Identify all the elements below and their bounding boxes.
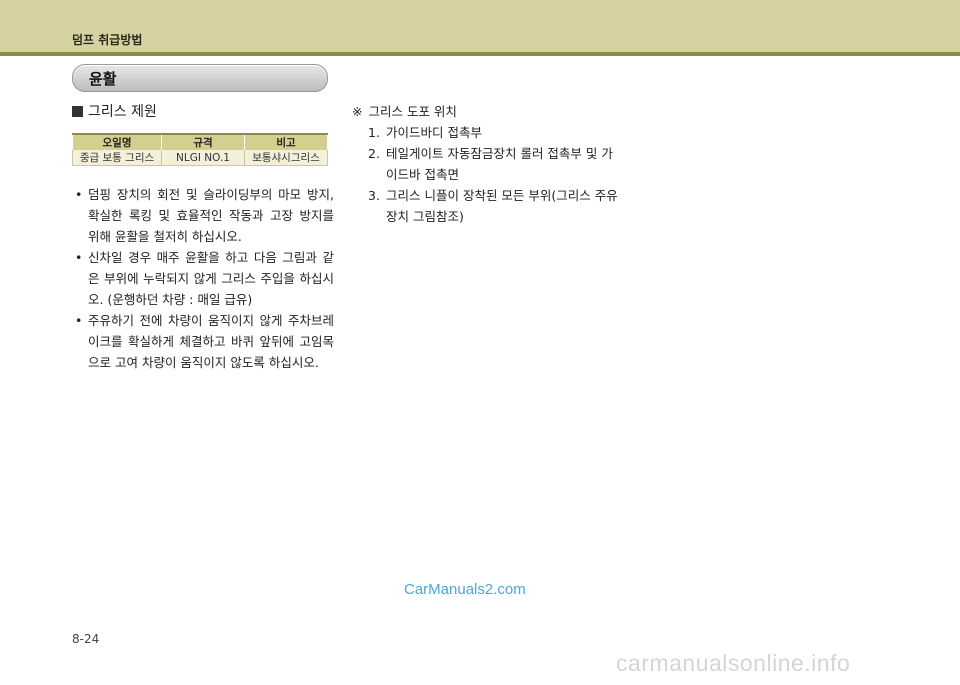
table-row: 중급 보통 그리스 NLGI NO.1 보통샤시그리스 bbox=[72, 150, 328, 166]
list-item-text: 그리스 니플이 장착된 모든 부위(그리스 주유장치 그림참조) bbox=[386, 188, 618, 224]
column-header-oil-name: 오일명 bbox=[72, 133, 162, 150]
footer-watermark: carmanualsonline.info bbox=[616, 650, 851, 676]
bullet-dot-icon: • bbox=[75, 187, 83, 202]
list-item: • 신차일 경우 매주 윤활을 하고 다음 그림과 같은 부위에 누락되지 않게 … bbox=[72, 247, 334, 310]
reference-mark-icon: ※ bbox=[352, 104, 363, 119]
table-header-row: 오일명 규격 비고 bbox=[72, 133, 328, 150]
note-list: 1. 가이드바디 접촉부 2. 테일게이트 자동잠금장치 롤러 접촉부 및 가이드바… bbox=[352, 122, 618, 227]
lubrication-instructions: • 덤핑 장치의 회전 및 슬라이딩부의 마모 방지, 확실한 록킹 및 효율적인… bbox=[72, 184, 334, 373]
item-number: 3. bbox=[368, 188, 380, 203]
sub-heading-text: 그리스 제원 bbox=[88, 104, 157, 120]
header-bar: 덤프 취급방법 bbox=[0, 0, 960, 52]
cell-standard: NLGI NO.1 bbox=[161, 150, 245, 166]
cell-oil-name: 중급 보통 그리스 bbox=[72, 150, 162, 166]
grease-locations-note: ※ 그리스 도포 위치 1. 가이드바디 접촉부 2. 테일게이트 자동잠금장치 롤러… bbox=[352, 101, 618, 227]
list-item-text: 주유하기 전에 차량이 움직이지 않게 주차브레이크를 확실하게 체결하고 바퀴… bbox=[88, 313, 334, 370]
list-item: 1. 가이드바디 접촉부 bbox=[352, 122, 618, 143]
list-item: • 덤핑 장치의 회전 및 슬라이딩부의 마모 방지, 확실한 록킹 및 효율적인… bbox=[72, 184, 334, 247]
item-number: 2. bbox=[368, 146, 380, 161]
chapter-title: 덤프 취급방법 bbox=[72, 33, 143, 47]
item-number: 1. bbox=[368, 125, 380, 140]
list-item: • 주유하기 전에 차량이 움직이지 않게 주차브레이크를 확실하게 체결하고 바… bbox=[72, 310, 334, 373]
column-header-standard: 규격 bbox=[161, 133, 245, 150]
list-item: 3. 그리스 니플이 장착된 모든 부위(그리스 주유장치 그림참조) bbox=[352, 185, 618, 227]
list-item-text: 가이드바디 접촉부 bbox=[386, 125, 482, 140]
section-title-pill: 윤활 bbox=[72, 64, 328, 92]
bullet-dot-icon: • bbox=[75, 313, 83, 328]
sub-heading: 그리스 제원 bbox=[72, 101, 157, 121]
site-watermark: CarManuals2.com bbox=[404, 581, 526, 598]
list-item-text: 신차일 경우 매주 윤활을 하고 다음 그림과 같은 부위에 누락되지 않게 그… bbox=[88, 250, 334, 307]
note-title-text: 그리스 도포 위치 bbox=[368, 104, 457, 119]
section-title: 윤활 bbox=[89, 70, 117, 88]
list-item-text: 테일게이트 자동잠금장치 롤러 접촉부 및 가이드바 접촉면 bbox=[386, 146, 613, 182]
grease-spec-table: 오일명 규격 비고 중급 보통 그리스 NLGI NO.1 보통샤시그리스 bbox=[72, 133, 328, 166]
square-bullet-icon bbox=[72, 106, 83, 117]
list-item-text: 덤핑 장치의 회전 및 슬라이딩부의 마모 방지, 확실한 록킹 및 효율적인 … bbox=[88, 187, 334, 244]
cell-remarks: 보통샤시그리스 bbox=[244, 150, 328, 166]
bullet-dot-icon: • bbox=[75, 250, 83, 265]
list-item: 2. 테일게이트 자동잠금장치 롤러 접촉부 및 가이드바 접촉면 bbox=[352, 143, 618, 185]
page-number: 8-24 bbox=[72, 632, 100, 646]
column-header-remarks: 비고 bbox=[244, 133, 328, 150]
note-title: ※ 그리스 도포 위치 bbox=[352, 101, 618, 122]
header-rule bbox=[0, 52, 960, 56]
